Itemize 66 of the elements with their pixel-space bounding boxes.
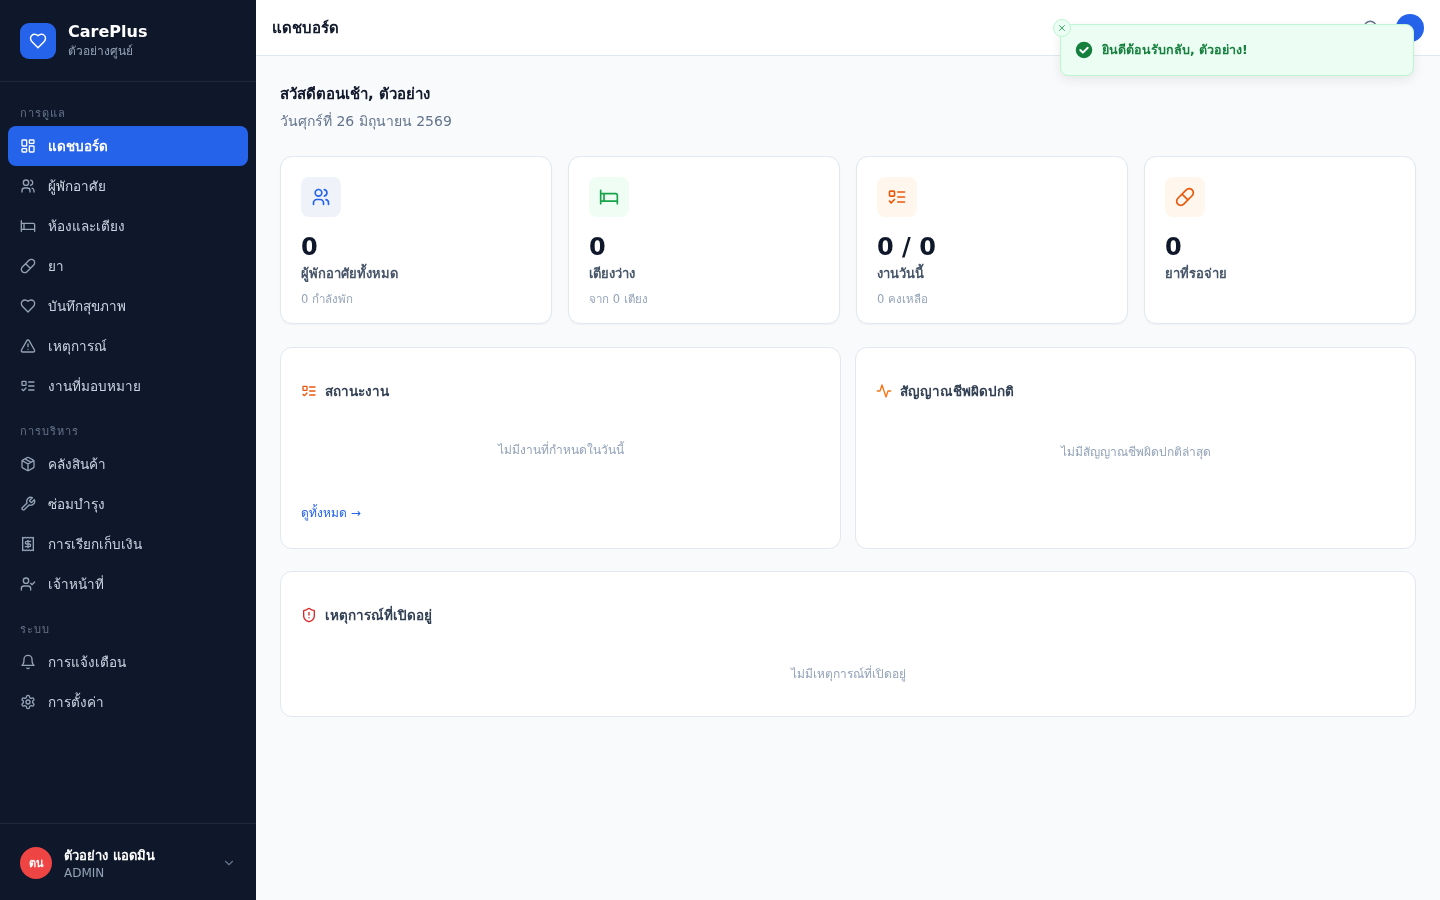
grid-icon [20,138,36,154]
stat-value: 0 / 0 [877,233,937,261]
nav-item[interactable]: ยา [8,246,248,286]
receipt-icon [20,536,36,552]
empty-message: ไม่มีงานที่กำหนดในวันนี้ [496,440,625,459]
bed-icon [20,218,36,234]
pulse-icon [876,383,892,399]
box-icon [20,456,36,472]
view-all-link[interactable]: ดูทั้งหมด → [301,503,361,522]
nav-item[interactable]: งานที่มอบหมาย [8,366,248,406]
nav-item[interactable]: การเรียกเก็บเงิน [8,524,248,564]
app-name: CarePlus [68,22,148,41]
user-name: ตัวอย่าง แอดมิน [64,847,156,865]
checklist-icon [20,378,36,394]
heart-icon [29,32,47,50]
section-heading: ระบบ [19,622,51,638]
user-role: ADMIN [64,866,106,880]
stat-value: 0 [301,233,319,261]
page-title: แดชบอร์ด [272,17,339,39]
stat-value: 0 [589,233,607,261]
checklist-icon [301,383,317,399]
nav-item[interactable]: ห้องและเตียง [8,206,248,246]
people-icon [311,187,331,207]
stat-subtext: 0 คงเหลือ [877,291,929,308]
toast-message: ยินดีต้อนรับกลับ, ตัวอย่าง! [1102,41,1248,59]
nav-item[interactable]: ซ่อมบำรุง [8,484,248,524]
section-heading: การบริหาร [19,424,80,440]
empty-message: ไม่มีสัญญาณชีพผิดปกติล่าสุด [1059,444,1212,461]
nav-item[interactable]: เหตุการณ์ [8,326,248,366]
panel-title: สถานะงาน [325,382,389,401]
checklist-icon [887,187,907,207]
nav-item[interactable]: เจ้าหน้าที่ [8,564,248,604]
shield-icon [301,607,317,623]
panel-title: สัญญาณชีพผิดปกติ [900,382,1014,402]
pill-icon [20,258,36,274]
settings-icon [20,694,36,710]
app-subtitle: ตัวอย่างศูนย์ [68,43,134,60]
nav-item[interactable]: บันทึกสุขภาพ [8,286,248,326]
nav-item[interactable]: แดชบอร์ด [8,126,248,166]
stat-subtext: 0 กำลังพัก [301,291,354,308]
user-avatar[interactable]: ตน [20,846,52,879]
stat-label: งานวันนี้ [877,263,1107,284]
bed-icon [599,187,619,207]
empty-message: ไม่มีเหตุการณ์ที่เปิดอยู่ [789,664,907,683]
pill-icon [1175,187,1195,207]
stat-label: เตียงว่าง [589,265,636,283]
people-icon [20,178,36,194]
panel-title: เหตุการณ์ที่เปิดอยู่ [325,605,432,626]
wrench-icon [20,496,36,512]
warning-icon [20,338,36,354]
nav-item[interactable]: การตั้งค่า [8,682,248,722]
date-text: วันศุกร์ที่ 26 มิถุนายน 2569 [280,111,453,132]
check-circle-icon [1075,41,1093,59]
stat-label: ยาที่รอจ่าย [1165,263,1228,283]
nav-item[interactable]: การแจ้งเตือน [8,642,248,682]
stat-subtext: จาก 0 เตียง [589,291,649,308]
heart-icon [20,298,36,314]
section-heading: การดูแล [19,106,67,122]
close-icon [1057,23,1067,33]
greeting: สวัสดีตอนเช้า, ตัวอย่าง [280,84,431,105]
bell-icon [20,654,36,670]
person-check-icon [20,576,36,592]
stat-label: ผู้พักอาศัยทั้งหมด [301,263,531,284]
nav-item[interactable]: ผู้พักอาศัย [8,166,248,206]
nav-item[interactable]: คลังสินค้า [8,444,248,484]
stat-value: 0 [1165,233,1183,261]
